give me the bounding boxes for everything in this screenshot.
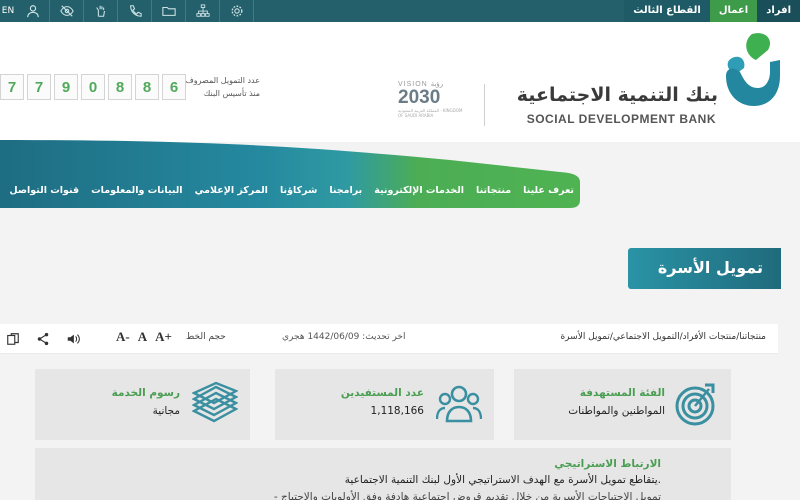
folder-icon[interactable] xyxy=(152,0,186,22)
copy-icon[interactable] xyxy=(6,331,20,350)
card-value: مجانية xyxy=(152,405,180,417)
phone-icon[interactable] xyxy=(118,0,152,22)
nav-data[interactable]: البيانات والمعلومات xyxy=(91,182,182,200)
nav-background xyxy=(0,140,580,208)
last-updated: اخر تحديث: 1442/06/09 هجري xyxy=(282,332,406,342)
users-group-icon xyxy=(436,385,482,423)
nav-e-services[interactable]: الخدمات الإلكترونية xyxy=(374,182,464,200)
accessibility-toolbar: EN xyxy=(0,0,254,22)
sitemap-icon[interactable] xyxy=(186,0,220,22)
card-beneficiaries: عدد المستفيدين 1,118,166 xyxy=(275,369,494,440)
top-bar: EN افراد اعمال القطاع الثالث xyxy=(0,0,800,22)
page-title-banner: تمويل الأسرة xyxy=(628,248,781,289)
bank-name-arabic: بنك التنمية الاجتماعية xyxy=(516,84,718,106)
section-text-2: - تمويل الاحتياجات الأسرية من خلال تقديم… xyxy=(273,491,661,500)
bank-logo-icon[interactable] xyxy=(722,30,782,110)
section-heading: الارتباط الاستراتيجي xyxy=(554,458,661,470)
nav-products[interactable]: منتجاتنا xyxy=(476,182,511,200)
bank-name-english: SOCIAL DEVELOPMENT BANK xyxy=(526,112,716,126)
user-icon[interactable] xyxy=(16,0,50,22)
nav-partners[interactable]: شركاؤنا xyxy=(280,182,317,200)
font-decrease-button[interactable]: A- xyxy=(116,329,130,345)
utility-bar: منتجاتنا/منتجات الأفراد/التمويل الاجتماع… xyxy=(0,324,778,354)
funding-counter: 7 7 9 0 8 8 6 xyxy=(0,74,186,100)
share-tools xyxy=(6,331,80,350)
vision-year: 2030 xyxy=(398,87,441,108)
font-increase-button[interactable]: A+ xyxy=(155,329,172,345)
vision-2030-logo: VISION رؤية 2030 المملكة العربية السعودي… xyxy=(398,80,468,128)
page-title: تمويل الأسرة xyxy=(657,258,763,277)
card-label: رسوم الخدمة xyxy=(111,387,180,399)
strategic-link-section: الارتباط الاستراتيجي يتقاطع تمويل الأسرة… xyxy=(35,448,731,500)
money-stack-icon xyxy=(192,381,238,423)
counter-digit: 0 xyxy=(81,74,105,100)
font-normal-button[interactable]: A xyxy=(138,329,147,345)
eye-slash-icon[interactable] xyxy=(50,0,84,22)
speaker-icon[interactable] xyxy=(66,331,80,350)
card-target-group: الفئة المستهدفة المواطنين والمواطنات xyxy=(514,369,731,440)
section-text: يتقاطع تمويل الأسرة مع الهدف الاستراتيجي… xyxy=(344,474,661,486)
nav-programs[interactable]: برامجنا xyxy=(329,182,362,200)
nav-media-center[interactable]: المركز الإعلامي xyxy=(195,182,268,200)
header-divider xyxy=(484,84,485,126)
main-navigation: تعرف علينا منتجاتنا الخدمات الإلكترونية … xyxy=(9,182,574,200)
counter-digit: 8 xyxy=(108,74,132,100)
gear-icon[interactable] xyxy=(220,0,254,22)
card-service-fees: رسوم الخدمة مجانية xyxy=(35,369,250,440)
card-label: عدد المستفيدين xyxy=(340,387,424,399)
sector-tabs: افراد اعمال القطاع الثالث xyxy=(624,0,800,22)
language-switch[interactable]: EN xyxy=(0,0,16,22)
language-label[interactable]: EN xyxy=(2,6,14,16)
tab-third-sector[interactable]: القطاع الثالث xyxy=(624,0,710,22)
vision-subtitle: المملكة العربية السعودية · KINGDOM OF SA… xyxy=(398,108,463,118)
counter-digit: 6 xyxy=(162,74,186,100)
counter-digit: 7 xyxy=(27,74,51,100)
tab-individuals[interactable]: افراد xyxy=(757,0,800,22)
font-size-controls: A- A A+ xyxy=(116,329,172,345)
card-value: 1,118,166 xyxy=(370,405,424,417)
nav-about[interactable]: تعرف علينا xyxy=(523,182,574,200)
counter-digit: 7 xyxy=(0,74,24,100)
counter-digit: 8 xyxy=(135,74,159,100)
share-icon[interactable] xyxy=(36,331,50,350)
breadcrumb[interactable]: منتجاتنا/منتجات الأفراد/التمويل الاجتماع… xyxy=(560,332,766,342)
counter-digit: 9 xyxy=(54,74,78,100)
tab-business[interactable]: اعمال xyxy=(709,0,758,22)
font-size-label: حجم الخط xyxy=(186,332,226,342)
target-icon xyxy=(675,383,715,426)
sign-language-icon[interactable] xyxy=(84,0,118,22)
card-value: المواطنين والمواطنات xyxy=(568,405,665,417)
nav-contact[interactable]: قنوات التواصل xyxy=(9,182,79,200)
card-label: الفئة المستهدفة xyxy=(579,387,665,399)
